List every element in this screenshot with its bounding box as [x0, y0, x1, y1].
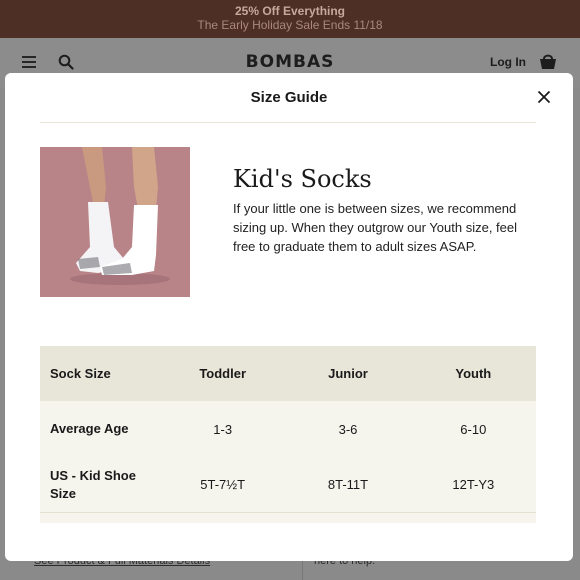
- modal-title: Size Guide: [250, 89, 328, 106]
- row-label: US - Kid Shoe Size: [50, 467, 136, 501]
- table-header-cell: Toddler: [199, 366, 247, 381]
- table-row: Average Age 1-3 3-6 6-10: [40, 401, 536, 457]
- table-header-cell: Junior: [328, 366, 368, 381]
- promo-headline: 25% Off Everything: [234, 4, 346, 18]
- product-name: Kid's Socks: [233, 165, 372, 193]
- promo-banner[interactable]: 25% Off Everything The Early Holiday Sal…: [0, 0, 580, 38]
- cart-icon[interactable]: [538, 53, 558, 71]
- table-header-cell: Youth: [455, 366, 492, 381]
- table-cell: 12T-Y3: [452, 477, 495, 492]
- table-header-row: Sock Size Toddler Junior Youth: [40, 346, 536, 401]
- table-cell: 3-6: [338, 421, 358, 437]
- size-guide-modal: Size Guide Kid's Socks If your little on…: [5, 73, 573, 561]
- table-cell: 6-10: [460, 421, 487, 437]
- promo-subline: The Early Holiday Sale Ends 11/18: [197, 18, 383, 32]
- row-label: Average Age: [50, 421, 129, 436]
- table-row: US - Kid Shoe Size 5T-7½T 8T-11T 12T-Y3: [40, 457, 536, 513]
- size-table: Sock Size Toddler Junior Youth Average A…: [40, 346, 536, 523]
- product-description: If your little one is between sizes, we …: [233, 201, 518, 254]
- table-cell: 5T-7½T: [200, 477, 246, 492]
- title-divider: [40, 122, 536, 123]
- login-link[interactable]: Log In: [490, 55, 526, 69]
- table-row-partial: [40, 513, 536, 523]
- table-cell: 1-3: [213, 421, 233, 437]
- close-icon[interactable]: [536, 89, 552, 105]
- table-cell: 8T-11T: [327, 477, 369, 492]
- kids-socks-image: [40, 147, 190, 297]
- table-header-label: Sock Size: [50, 365, 111, 381]
